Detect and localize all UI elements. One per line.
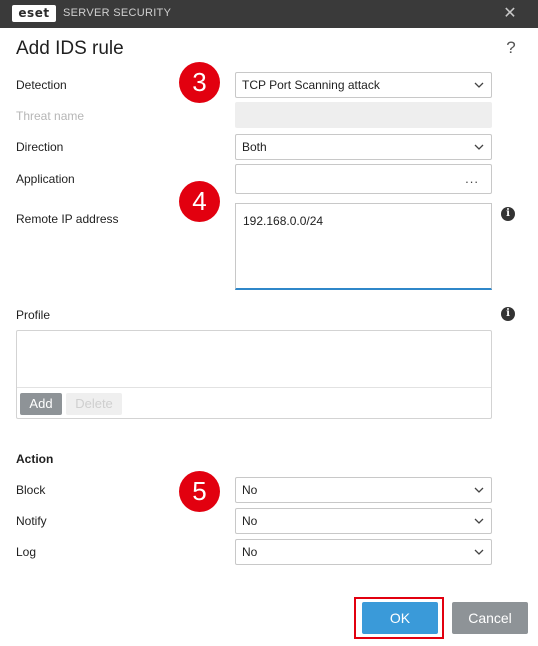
chevron-down-icon	[474, 487, 484, 493]
delete-profile-button: Delete	[66, 393, 122, 415]
remote-ip-textarea[interactable]: 192.168.0.0/24	[235, 203, 492, 290]
profile-label: Profile	[16, 308, 51, 322]
threat-name-input	[235, 102, 492, 128]
action-section-header: Action	[16, 452, 54, 466]
application-input[interactable]: ...	[235, 164, 492, 194]
application-label: Application	[16, 172, 75, 186]
chevron-down-icon	[474, 518, 484, 524]
remote-ip-label: Remote IP address	[16, 212, 119, 226]
eset-logo: eset	[12, 5, 56, 22]
chevron-down-icon	[474, 549, 484, 555]
profile-divider	[17, 387, 491, 388]
chevron-down-icon	[474, 82, 484, 88]
title-bar: eset SERVER SECURITY ✕	[0, 0, 538, 28]
step-badge-4: 4	[179, 181, 220, 222]
block-label: Block	[16, 483, 46, 497]
cancel-button[interactable]: Cancel	[452, 602, 528, 634]
log-select[interactable]: No	[235, 539, 492, 565]
direction-select[interactable]: Both	[235, 134, 492, 160]
log-value: No	[242, 545, 258, 559]
direction-label: Direction	[16, 140, 64, 154]
notify-label: Notify	[16, 514, 47, 528]
block-value: No	[242, 483, 258, 497]
dialog-title: Add IDS rule	[16, 38, 124, 59]
product-name: SERVER SECURITY	[63, 7, 172, 19]
detection-label: Detection	[16, 78, 67, 92]
step-badge-3: 3	[179, 62, 220, 103]
profile-list[interactable]: Add Delete	[16, 330, 492, 419]
detection-select[interactable]: TCP Port Scanning attack	[235, 72, 492, 98]
notify-select[interactable]: No	[235, 508, 492, 534]
info-icon[interactable]: i	[501, 207, 515, 221]
info-icon[interactable]: i	[501, 307, 515, 321]
browse-button[interactable]: ...	[465, 171, 479, 186]
log-label: Log	[16, 545, 37, 559]
notify-value: No	[242, 514, 258, 528]
ok-button[interactable]: OK	[362, 602, 438, 634]
eset-logo-text: eset	[18, 6, 50, 20]
block-select[interactable]: No	[235, 477, 492, 503]
detection-value: TCP Port Scanning attack	[242, 78, 380, 92]
remote-ip-value: 192.168.0.0/24	[243, 214, 324, 228]
add-profile-button[interactable]: Add	[20, 393, 62, 415]
help-icon[interactable]: ?	[504, 38, 518, 58]
close-icon[interactable]: ✕	[499, 3, 521, 25]
chevron-down-icon	[474, 144, 484, 150]
step-badge-5: 5	[179, 471, 220, 512]
threat-name-label: Threat name	[16, 109, 85, 123]
direction-value: Both	[242, 140, 267, 154]
